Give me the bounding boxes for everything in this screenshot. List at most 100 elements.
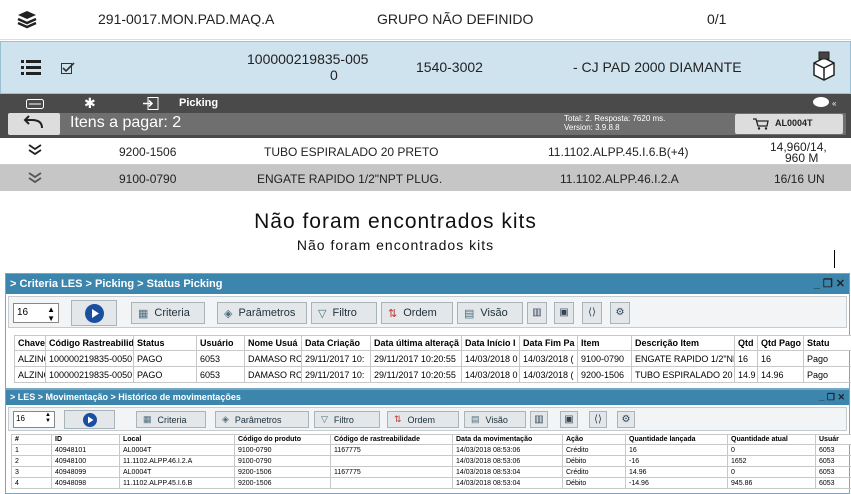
ordem-button[interactable]: ⇅ Ordem [387,411,459,428]
table-cell: 14.9 [734,366,758,383]
table-cell: 100000219835-0050 [45,366,134,383]
table-cell: ENGATE RAPIDO 1/2"NP [631,350,735,367]
table-cell: 0 [727,466,816,478]
filtro-button[interactable]: ▽ Filtro [314,411,380,428]
page-size-input[interactable]: 16 ▲ ▼ [13,411,55,428]
tag-icon: ◈ [224,307,233,320]
play-button[interactable] [64,410,115,429]
window-controls[interactable]: _ ❐ ✕ [814,274,845,294]
column-header[interactable]: Descrição Item [631,335,735,351]
column-header[interactable]: Quantidade lançada [625,434,728,445]
table-row[interactable]: 4 40948098 11.1102.ALPP.45.I.6.B 9200-1506 1… [11,477,851,489]
save-icon[interactable]: ▣ [560,411,578,428]
parametros-button[interactable]: ◈ Parâmetros [217,302,307,324]
table-cell: 14/03/2018 08:53:04 [452,466,563,478]
table-cell: 1167775 [330,466,453,478]
column-header[interactable]: Código de rastreabilidade [330,434,453,445]
column-header[interactable]: Data da movimentação [452,434,563,445]
play-button[interactable] [71,300,117,326]
login-icon[interactable] [143,97,159,113]
back-arrow-icon[interactable] [8,113,60,135]
code-icon[interactable]: ⟨⟩ [589,411,607,428]
window-toolbar: 16 ▲ ▼ ▦ Criteria ◈ Parâmetros ▽ Filtro ⇅ Orde… [8,407,847,431]
column-header[interactable]: Data Início I [461,335,520,351]
table-cell: 16 [625,444,728,456]
ordem-button[interactable]: ⇅ Ordem [381,302,453,324]
checkbox-icon[interactable] [61,62,75,80]
column-header[interactable]: Chave [14,335,46,351]
visao-button[interactable]: ▤ Visão [464,411,526,428]
svg-text:«: « [832,99,837,108]
table-row[interactable]: 1 40948101 AL0004T 9100-0790 1167775 14/03/20… [11,444,851,456]
column-header[interactable]: Ação [562,434,626,445]
view-icon: ▤ [471,414,480,424]
column-header[interactable]: Usuário [196,335,245,351]
filter-icon: ▽ [321,414,328,424]
table-row[interactable]: ALZINC100000219835-0050PAGO6053DAMASO RO… [14,366,851,383]
window-title-bar[interactable]: > LES > Movimentação > Histórico de movi… [6,390,849,405]
table-cell: 100000219835-0050 [45,350,134,367]
table-cell: 40948100 [51,455,120,467]
list-icon[interactable] [21,59,41,80]
list-item[interactable]: 9200-1506 TUBO ESPIRALADO 20 PRETO 11.11… [0,138,851,165]
order-desc: - CJ PAD 2000 DIAMANTE [573,59,742,75]
column-header[interactable]: Status [133,335,197,351]
criteria-icon: ▦ [138,307,149,320]
table-row[interactable]: 3 40948099 AL0004T 9200-1506 1167775 14/03/20… [11,466,851,478]
gear-icon[interactable]: ✱ [84,95,96,112]
window-title-bar[interactable]: > Criteria LES > Picking > Status Pickin… [6,274,849,294]
column-header[interactable]: Código Rastreabilid [45,335,134,351]
table-cell [330,455,453,467]
list-item-qty-unit: 960 M [785,151,819,165]
list-item-location: 11.1102.ALPP.46.I.2.A [560,172,679,186]
cloud-icon[interactable]: « [812,96,840,111]
column-header[interactable]: Local [119,434,235,445]
table-cell: 945.86 [727,477,816,489]
table-cell: 14/03/2018 08:53:06 [452,455,563,467]
save-icon[interactable]: ▣ [554,302,574,324]
wrench-icon[interactable]: ⚙ [617,411,635,428]
column-header[interactable]: Quantidade atual [727,434,816,445]
column-header[interactable]: Data Criação [301,335,371,351]
export-icon[interactable]: ▥ [530,411,548,428]
criteria-button[interactable]: ▦ Criteria [136,411,206,428]
item-header-row[interactable]: 291-0017.MON.PAD.MAQ.A GRUPO NÃO DEFINID… [0,0,851,40]
table-row[interactable]: 2 40948100 11.1102.ALPP.46.I.2.A 9100-0790 1… [11,455,851,467]
table-cell: Crédito [562,466,626,478]
parametros-button[interactable]: ◈ Parâmetros [215,411,309,428]
column-header[interactable]: Data última alteraçã [370,335,462,351]
code-icon[interactable]: ⟨⟩ [582,302,602,324]
window-controls[interactable]: _ ❐ ✕ [819,390,845,405]
column-header[interactable]: ID [51,434,120,445]
page-size-input[interactable]: 16 ▲ ▼ [13,303,59,323]
table-cell: 2 [11,455,52,467]
list-item[interactable]: 9100-0790 ENGATE RAPIDO 1/2"NPT PLUG. 11… [0,165,851,191]
criteria-button[interactable]: ▦ Criteria [131,302,205,324]
wrench-icon[interactable]: ⚙ [610,302,630,324]
order-row[interactable]: 100000219835-005 0 1540-3002 - CJ PAD 20… [0,41,851,94]
list-item-code: 9100-0790 [119,172,177,186]
keyboard-icon[interactable] [26,97,44,112]
table-cell: PAGO [133,366,197,383]
visao-button[interactable]: ▤ Visão [457,302,523,324]
column-header[interactable]: # [11,434,52,445]
status-picking-window: > Criteria LES > Picking > Status Pickin… [5,273,851,389]
column-header[interactable]: Item [577,335,632,351]
table-cell: TUBO ESPIRALADO 20 P [631,366,735,383]
boxes-icon[interactable] [810,51,838,86]
table-cell: 4 [11,477,52,489]
column-header[interactable]: Nome Usuá [244,335,302,351]
column-header[interactable]: Statu [803,335,851,351]
column-header[interactable]: Código do produto [234,434,331,445]
table-cell: 1652 [727,455,816,467]
column-header[interactable]: Data Fim Pa [519,335,578,351]
export-icon[interactable]: ▥ [527,302,547,324]
filtro-button[interactable]: ▽ Filtro [311,302,377,324]
column-header[interactable]: Qtd [734,335,758,351]
table-cell: 9200-1506 [577,366,632,383]
column-header[interactable]: Usuár [815,434,851,445]
table-cell: 29/11/2017 10:20:55 [370,366,462,383]
table-row[interactable]: ALZINC100000219835-0050PAGO6053DAMASO RO… [14,350,851,367]
column-header[interactable]: Qtd Pago [757,335,804,351]
cart-button[interactable]: AL0004T [735,114,843,134]
